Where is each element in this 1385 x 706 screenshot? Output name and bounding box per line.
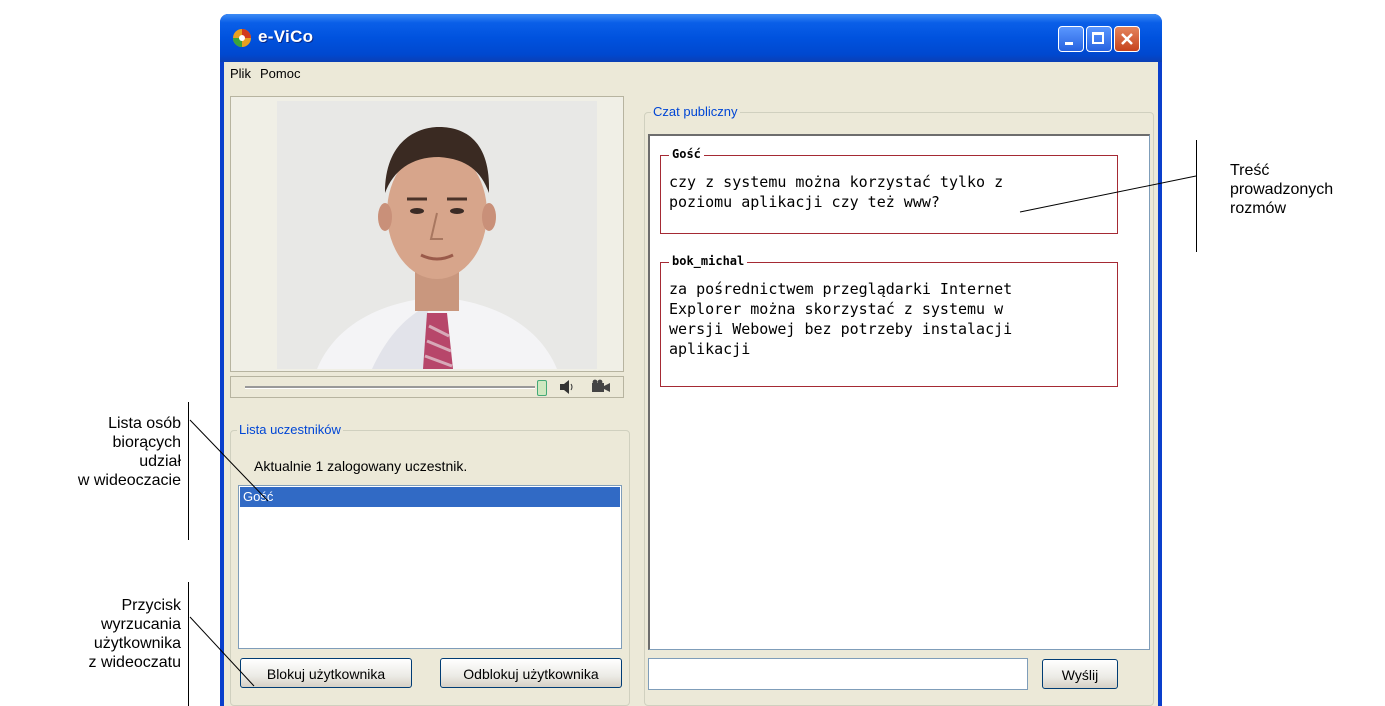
- app-logo-icon: [233, 29, 251, 47]
- window-title: e-ViCo: [258, 27, 314, 46]
- title-bar[interactable]: e-ViCo: [220, 14, 1162, 62]
- annotation-participants-list: Lista osób biorących udział w wideoczaci…: [77, 415, 181, 489]
- participants-legend: Lista uczestników: [237, 422, 343, 437]
- camera-icon[interactable]: [591, 379, 611, 398]
- menu-bar: Plik Pomoc: [224, 62, 1158, 86]
- block-user-button[interactable]: Blokuj użytkownika: [240, 658, 412, 688]
- annotation-chat-content: Treść prowadzonych rozmów: [1230, 162, 1334, 217]
- minimize-button[interactable]: [1058, 26, 1084, 52]
- chat-legend: Czat publiczny: [651, 104, 740, 119]
- annotation-kick-button: Przycisk wyrzucania użytkownika z wideoc…: [88, 597, 182, 671]
- annotation-bracket-chat: [1196, 140, 1197, 252]
- webcam-person-image: [277, 101, 597, 369]
- volume-slider-track[interactable]: [245, 386, 535, 389]
- message-author: Gość: [669, 147, 704, 161]
- close-icon: [1121, 33, 1133, 45]
- participants-count: Aktualnie 1 zalogowany uczestnik.: [254, 458, 468, 474]
- annotation-bracket-participants: [188, 402, 189, 540]
- app-window: e-ViCo Plik Pomoc Lista uczestników Aktu…: [220, 14, 1162, 706]
- chat-message: bok_michal za pośrednictwem przeglądarki…: [660, 254, 1118, 387]
- maximize-icon: [1092, 32, 1104, 44]
- menu-pomoc[interactable]: Pomoc: [260, 66, 300, 81]
- annotation-bracket-kick: [188, 582, 189, 706]
- video-controls: [230, 376, 624, 398]
- minimize-icon: [1065, 42, 1073, 45]
- unblock-user-button[interactable]: Odblokuj użytkownika: [440, 658, 622, 688]
- message-text: za pośrednictwem przeglądarki Internet E…: [669, 280, 1013, 358]
- list-item[interactable]: Gość: [240, 487, 620, 507]
- send-button[interactable]: Wyślij: [1042, 659, 1118, 689]
- speaker-icon[interactable]: [559, 379, 573, 398]
- chat-message-input[interactable]: [648, 658, 1028, 690]
- volume-slider-thumb[interactable]: [537, 380, 547, 396]
- video-panel: [230, 96, 624, 372]
- participants-list[interactable]: Gość: [238, 485, 622, 649]
- window-client: Plik Pomoc Lista uczestników Aktualnie 1…: [224, 62, 1158, 706]
- message-author: bok_michal: [669, 254, 748, 268]
- close-button[interactable]: [1114, 26, 1140, 52]
- video-feed: [277, 101, 597, 369]
- message-text: czy z systemu można korzystać tylko z po…: [669, 173, 1004, 211]
- menu-plik[interactable]: Plik: [230, 66, 251, 81]
- chat-message: Gość czy z systemu można korzystać tylko…: [660, 147, 1118, 234]
- maximize-button[interactable]: [1086, 26, 1112, 52]
